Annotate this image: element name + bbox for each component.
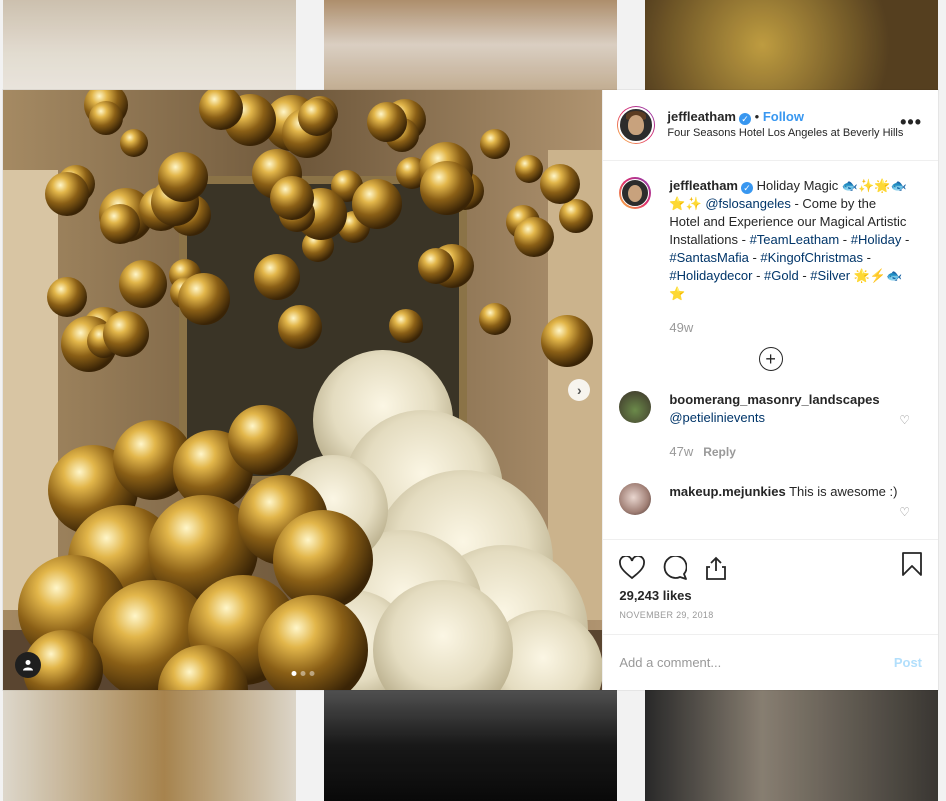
caption-segment: - <box>798 268 811 283</box>
caption-segment: - <box>901 232 910 247</box>
tagged-users-icon[interactable] <box>15 652 41 678</box>
caption-link[interactable]: #Gold <box>764 268 799 283</box>
add-comment-input[interactable]: Add a comment... <box>619 655 721 670</box>
caption-link[interactable]: #KingofChristmas <box>760 250 863 265</box>
author-username[interactable]: jeffleatham <box>667 109 736 124</box>
like-comment-icon[interactable]: ♡ <box>899 413 910 427</box>
comment-username[interactable]: makeup.mejunkies <box>669 484 785 499</box>
post-comment-button[interactable]: Post <box>894 655 922 670</box>
comment-item: makeup.mejunkies This is awesome :) ♡ <box>619 483 922 519</box>
comment-username[interactable]: boomerang_masonry_landscapes <box>669 392 879 407</box>
post-actions: 29,243 likes NOVEMBER 29, 2018 <box>603 539 938 634</box>
post-date[interactable]: NOVEMBER 29, 2018 <box>619 610 922 620</box>
verified-badge-icon: ✓ <box>739 113 751 125</box>
comment-mention[interactable]: @petielinievents <box>669 410 765 425</box>
likes-count[interactable]: 29,243 likes <box>619 588 922 603</box>
caption-segment: - <box>839 232 851 247</box>
comment-text: This is awesome :) <box>789 484 898 499</box>
carousel-dot <box>291 671 297 676</box>
carousel-dot <box>300 671 306 676</box>
verified-badge-icon: ✓ <box>741 182 753 194</box>
caption: jeffleatham ✓ Holiday Magic 🐟✨🌟🐟⭐✨ @fslos… <box>619 177 922 337</box>
caption-link[interactable]: #Holidaydecor <box>669 268 752 283</box>
like-comment-icon[interactable]: ♡ <box>899 505 910 519</box>
comment-age[interactable]: 47w <box>669 444 693 459</box>
follow-button[interactable]: Follow <box>763 109 804 124</box>
gold-ornaments-image <box>3 90 603 690</box>
follow-separator: • <box>754 109 760 124</box>
caption-link[interactable]: #TeamLeatham <box>750 232 840 247</box>
caption-segment: - <box>748 250 761 265</box>
caption-age[interactable]: 49w <box>669 319 909 337</box>
post-location[interactable]: Four Seasons Hotel Los Angeles at Beverl… <box>667 125 903 142</box>
caption-link[interactable]: @fslosangeles <box>705 196 790 211</box>
caption-link[interactable]: #Silver <box>810 268 850 283</box>
more-options-icon[interactable]: ••• <box>900 112 922 133</box>
carousel-dot <box>309 671 315 676</box>
share-icon[interactable] <box>705 556 727 580</box>
post-sidebar: jeffleatham ✓ • Follow Four Seasons Hotel… <box>602 90 938 690</box>
caption-segment: - <box>752 268 765 283</box>
caption-segment: - <box>863 250 871 265</box>
commenter-avatar[interactable] <box>619 391 652 423</box>
caption-avatar[interactable] <box>619 177 652 209</box>
post-photo[interactable]: › <box>3 90 603 690</box>
caption-link[interactable]: #SantasMafia <box>669 250 749 265</box>
caption-text: Holiday Magic 🐟✨🌟🐟⭐✨ @fslosangeles - Com… <box>669 178 909 301</box>
comment-bubble-icon[interactable] <box>663 556 688 580</box>
comments-section[interactable]: jeffleatham ✓ Holiday Magic 🐟✨🌟🐟⭐✨ @fslos… <box>603 161 938 539</box>
caption-link[interactable]: #Holiday <box>851 232 902 247</box>
bookmark-icon[interactable] <box>902 552 922 576</box>
reply-button[interactable]: Reply <box>703 445 736 459</box>
post-header: jeffleatham ✓ • Follow Four Seasons Hotel… <box>603 90 938 161</box>
comment-item: boomerang_masonry_landscapes @petielinie… <box>619 391 922 461</box>
author-avatar[interactable] <box>617 106 656 144</box>
post-modal: › jeffleatham ✓ • Follow Four Seasons Hot… <box>3 90 938 690</box>
load-more-comments-button[interactable]: + <box>758 347 783 371</box>
like-heart-icon[interactable] <box>619 556 646 580</box>
commenter-avatar[interactable] <box>619 483 652 515</box>
carousel-indicator <box>291 671 315 676</box>
add-comment-bar: Add a comment... Post <box>603 634 938 690</box>
caption-username[interactable]: jeffleatham <box>669 178 738 193</box>
